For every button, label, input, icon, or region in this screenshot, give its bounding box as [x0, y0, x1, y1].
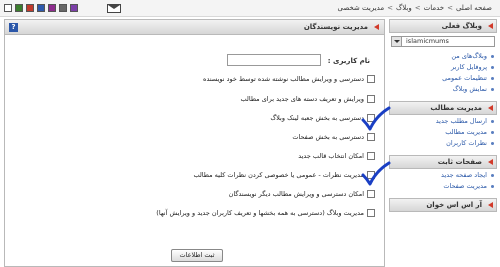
option-row: ویرایش و تعریف دسته های جدید برای مطالب	[5, 93, 384, 105]
mail-icon[interactable]	[107, 4, 121, 13]
arrow-icon	[488, 105, 493, 111]
username-row: نام کاربری :	[5, 54, 384, 68]
sidebar-item-new-post[interactable]: ارسال مطلب جدید	[389, 116, 497, 127]
sidebar-section-manage-posts: مدیریت مطالب	[389, 101, 497, 115]
arrow-icon	[488, 23, 493, 29]
sidebar-section-rss: آر اس اس خوان	[389, 198, 497, 212]
manage-posts-list: ارسال مطلب جدید مدیریت مطالب نظرات کاربر…	[389, 115, 497, 151]
sidebar-item-general-settings[interactable]: تنظیمات عمومی	[389, 73, 497, 84]
option-label: امکان دسترسی و ویرایش مطالب دیگر نویسندگ…	[228, 190, 364, 198]
option-label: مدیریت وبلاگ (دسترسی به همه بخشها و تعری…	[156, 209, 364, 217]
arrow-icon	[488, 159, 493, 165]
sidebar-item-my-blogs[interactable]: وبلاگ‌های من	[389, 51, 497, 62]
option-label: مدیریت نظرات - عمومی یا خصوصی کردن نظرات…	[193, 171, 364, 179]
static-pages-list: ایجاد صفحه جدید مدیریت صفحات	[389, 169, 497, 194]
option-row: امکان انتخاب قالب جدید	[5, 150, 384, 162]
option-row: دسترسی و ویرایش مطالب نوشته شده توسط خود…	[5, 73, 384, 85]
option-label: دسترسی به بخش صفحات	[292, 133, 364, 141]
sidebar-item-manage-posts[interactable]: مدیریت مطالب	[389, 127, 497, 138]
theme-swatches	[4, 4, 78, 12]
breadcrumb-blog[interactable]: وبلاگ	[396, 4, 412, 12]
option-row: مدیریت وبلاگ (دسترسی به همه بخشها و تعری…	[5, 207, 384, 219]
option-checkbox[interactable]	[367, 133, 375, 141]
checkmark-icon	[361, 106, 391, 131]
checkmark-icon	[361, 161, 391, 186]
arrow-icon	[374, 24, 379, 30]
manage-authors-panel: مدیریت نویسندگان ? نام کاربری : دسترسی و…	[4, 19, 391, 267]
username-input[interactable]	[227, 54, 321, 66]
sidebar-item-new-page[interactable]: ایجاد صفحه جدید	[389, 170, 497, 181]
option-checkbox[interactable]	[367, 190, 375, 198]
sidebar: وبلاگ فعلی islamicmums وبلاگ‌های من پروف…	[389, 19, 497, 267]
swatch-red[interactable]	[26, 4, 34, 12]
option-row: امکان دسترسی و ویرایش مطالب دیگر نویسندگ…	[5, 188, 384, 200]
chevron-down-icon[interactable]	[392, 37, 402, 46]
swatch-gray[interactable]	[59, 4, 67, 12]
help-icon[interactable]: ?	[9, 23, 18, 32]
breadcrumb-services[interactable]: خدمات	[424, 4, 444, 12]
option-label: امکان انتخاب قالب جدید	[298, 152, 364, 160]
sidebar-item-comments[interactable]: نظرات کاربران	[389, 138, 497, 149]
option-row: مدیریت نظرات - عمومی یا خصوصی کردن نظرات…	[5, 169, 384, 181]
option-checkbox[interactable]	[367, 152, 375, 160]
swatch-blue[interactable]	[37, 4, 45, 12]
option-label: ویرایش و تعریف دسته های جدید برای مطالب	[240, 95, 365, 103]
swatch-white[interactable]	[4, 4, 12, 12]
swatch-green[interactable]	[15, 4, 23, 12]
option-checkbox[interactable]	[367, 75, 375, 83]
top-bar: صفحه اصلی>خدمات>وبلاگ>مدیریت شخصی	[0, 0, 500, 17]
submit-button[interactable]: ثبت اطلاعات	[171, 249, 223, 262]
breadcrumb-personal: مدیریت شخصی	[337, 4, 385, 12]
option-checkbox[interactable]	[367, 209, 375, 217]
blog-select[interactable]: islamicmums	[391, 36, 495, 47]
page-title: مدیریت نویسندگان	[303, 23, 368, 31]
username-label: نام کاربری :	[327, 57, 370, 65]
breadcrumb: صفحه اصلی>خدمات>وبلاگ>مدیریت شخصی	[337, 4, 493, 12]
sidebar-item-user-profile[interactable]: پروفایل کاربر	[389, 62, 497, 73]
swatch-purple[interactable]	[48, 4, 56, 12]
swatch-violet[interactable]	[70, 4, 78, 12]
option-row: دسترسی به بخش صفحات	[5, 131, 384, 143]
breadcrumb-home[interactable]: صفحه اصلی	[456, 4, 492, 12]
sidebar-section-static-pages: صفحات ثابت	[389, 155, 497, 169]
panel-header: مدیریت نویسندگان ?	[5, 20, 384, 35]
option-label: دسترسی و ویرایش مطالب نوشته شده توسط خود…	[203, 75, 364, 83]
option-row: دسترسی به بخش جعبه لینک وبلاگ	[5, 112, 384, 124]
option-label: دسترسی به بخش جعبه لینک وبلاگ	[270, 114, 364, 122]
sidebar-section-current-blog: وبلاگ فعلی	[389, 19, 497, 33]
sidebar-item-manage-pages[interactable]: مدیریت صفحات	[389, 181, 497, 192]
option-checkbox[interactable]	[367, 95, 375, 103]
arrow-icon	[488, 202, 493, 208]
sidebar-item-view-blog[interactable]: نمایش وبلاگ	[389, 84, 497, 95]
current-blog-list: وبلاگ‌های من پروفایل کاربر تنظیمات عمومی…	[389, 50, 497, 97]
